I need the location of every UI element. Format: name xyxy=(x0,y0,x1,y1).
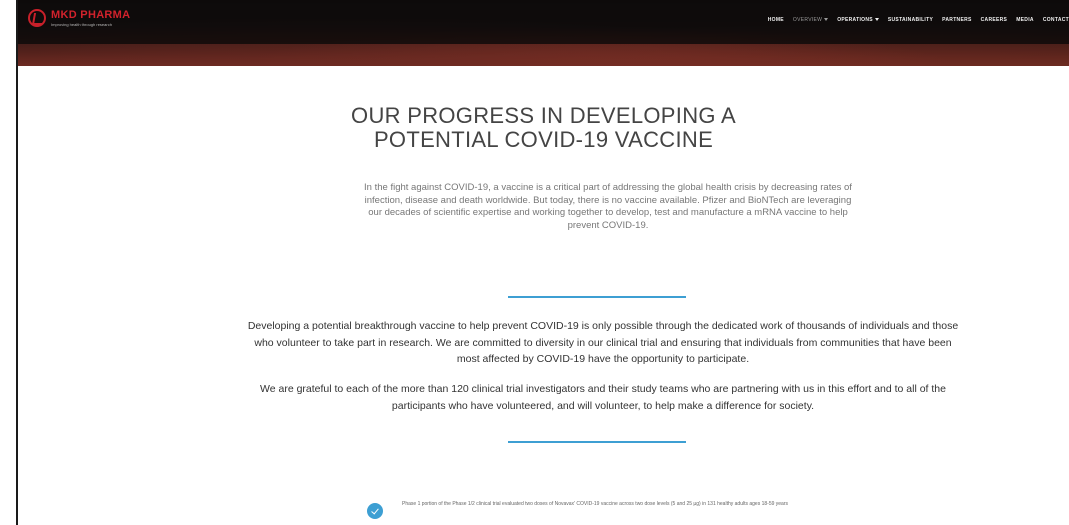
page-title-line-2: POTENTIAL COVID-19 VACCINE xyxy=(373,127,714,152)
nav-overview[interactable]: OVERVIEW xyxy=(793,17,829,23)
page-title-line-1: OUR PROGRESS IN DEVELOPING A xyxy=(351,103,736,128)
trial-item-text: Phase 1 portion of the Phase 1/2 clinica… xyxy=(402,501,788,507)
chevron-down-icon xyxy=(824,18,829,22)
brand-tagline: Improving health through research xyxy=(51,21,112,27)
nav-sustainability[interactable]: SUSTAINABILITY xyxy=(888,17,933,23)
nav-partners[interactable]: PARTNERS xyxy=(942,17,972,23)
site-header: MKD PHARMA Improving health through rese… xyxy=(18,0,1069,66)
page-frame: MKD PHARMA Improving health through rese… xyxy=(16,0,1069,525)
nav-operations[interactable]: OPERATIONS xyxy=(837,17,879,23)
nav-careers[interactable]: CAREERS xyxy=(981,17,1008,23)
logo-text: MKD PHARMA Improving health through rese… xyxy=(51,8,131,27)
brand-name: MKD PHARMA xyxy=(51,8,131,21)
chevron-down-icon xyxy=(874,18,879,22)
nav-home[interactable]: HOME xyxy=(768,17,784,23)
diversity-paragraph: Developing a potential breakthrough vacc… xyxy=(247,320,959,365)
page-title: OUR PROGRESS IN DEVELOPING A POTENTIAL C… xyxy=(18,104,1069,152)
check-circle-icon xyxy=(367,503,383,519)
section-divider xyxy=(508,441,686,443)
nav-media[interactable]: MEDIA xyxy=(1016,17,1034,23)
nav-contact[interactable]: CONTACT xyxy=(1043,17,1069,23)
trial-list-item: Phase 1 portion of the Phase 1/2 clinica… xyxy=(367,500,872,519)
intro-text: In the fight against COVID-19, a vaccine… xyxy=(364,182,852,231)
logo-mark-icon xyxy=(28,9,46,27)
gratitude-paragraph: We are grateful to each of the more than… xyxy=(260,383,946,412)
brand-logo[interactable]: MKD PHARMA Improving health through rese… xyxy=(28,9,130,27)
section-divider xyxy=(508,296,686,298)
main-nav: HOME OVERVIEW OPERATIONS SUSTAINABILITY … xyxy=(768,17,1069,23)
